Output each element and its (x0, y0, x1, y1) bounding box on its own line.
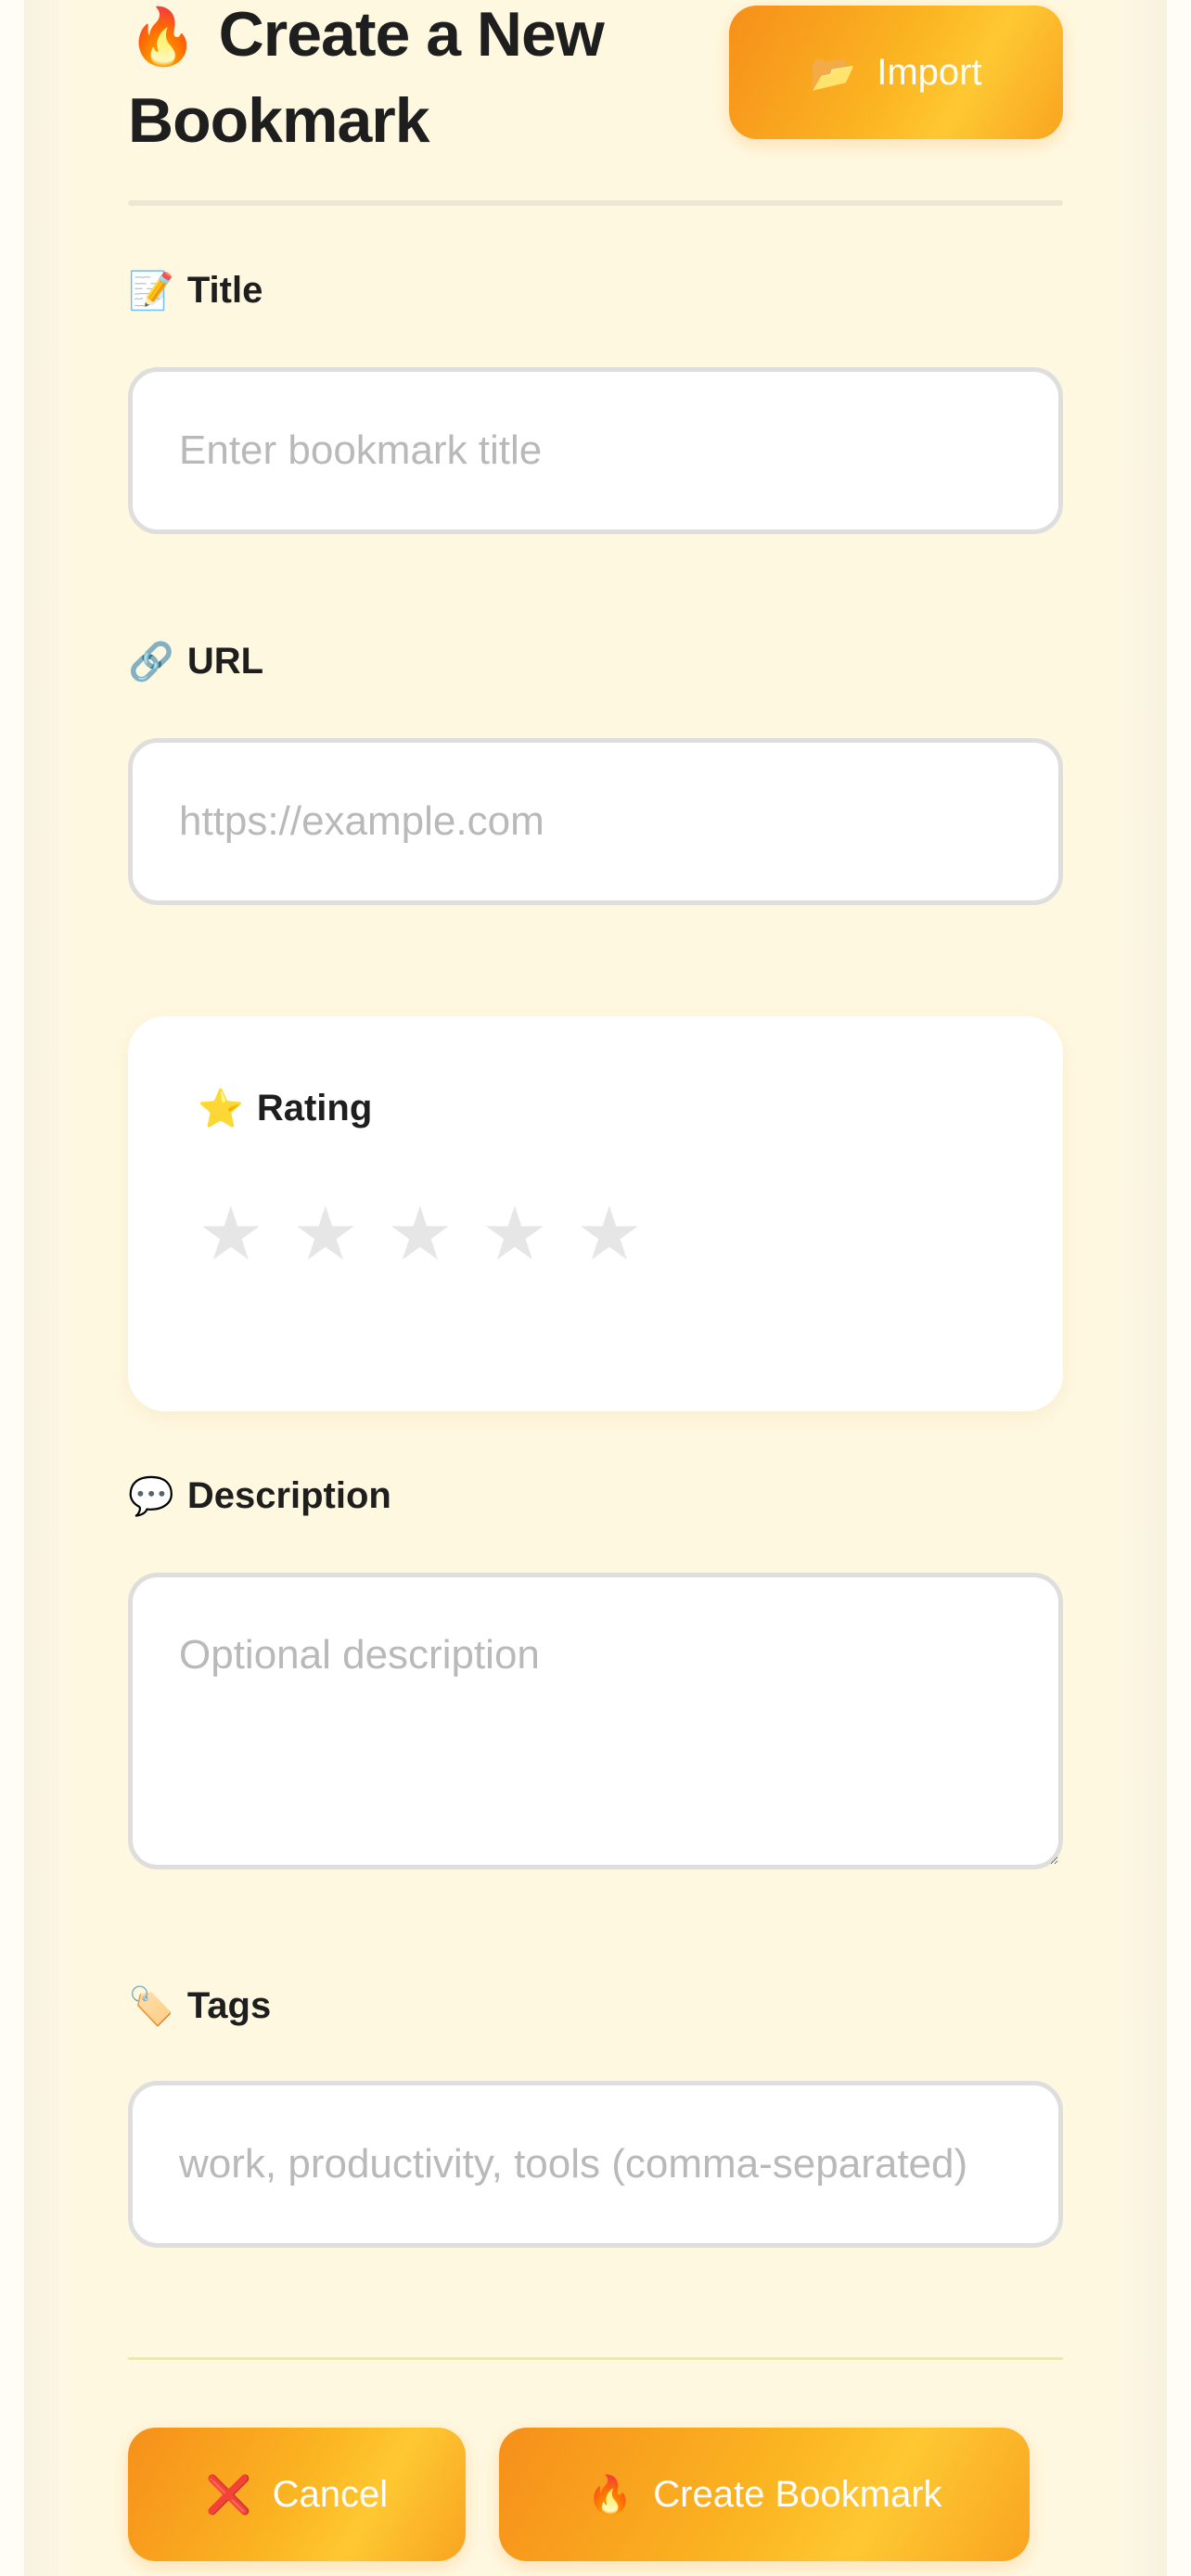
actions-divider (128, 2357, 1063, 2360)
cancel-button-label: Cancel (272, 2473, 389, 2515)
description-label: 💬 Description (128, 1474, 391, 1518)
rating-star-3[interactable]: ★ (387, 1192, 454, 1276)
memo-icon: 📝 (128, 270, 174, 312)
rating-star-2[interactable]: ★ (292, 1192, 359, 1276)
right-gutter (1167, 0, 1191, 2576)
link-icon: 🔗 (128, 641, 174, 683)
title-input[interactable] (128, 367, 1063, 534)
rating-label-text: Rating (256, 1088, 373, 1129)
rating-star-1[interactable]: ★ (198, 1192, 264, 1276)
description-textarea[interactable] (128, 1573, 1063, 1869)
folder-icon: 📂 (810, 51, 857, 95)
cancel-button[interactable]: ❌ Cancel (128, 2428, 466, 2561)
url-input[interactable] (128, 738, 1063, 905)
cross-mark-icon: ❌ (205, 2473, 252, 2517)
page-title: 🔥 Create a New Bookmark (128, 0, 647, 162)
title-label: 📝 Title (128, 269, 263, 312)
speech-bubble-icon: 💬 (128, 1475, 174, 1518)
page-title-text: Create a New Bookmark (128, 0, 605, 156)
fire-icon: 🔥 (128, 5, 198, 70)
title-label-text: Title (186, 270, 263, 311)
rating-label: ⭐ Rating (198, 1087, 372, 1130)
right-gutter-shadow (1121, 0, 1167, 2576)
page: 🔥 Create a New Bookmark 📂 Import 📝 Title… (0, 0, 1191, 2576)
import-button[interactable]: 📂 Import (729, 6, 1063, 139)
left-gutter-shadow (24, 0, 70, 2576)
star-rating: ★ ★ ★ ★ ★ (198, 1192, 643, 1276)
rating-star-5[interactable]: ★ (576, 1192, 643, 1276)
fire-icon: 🔥 (586, 2473, 634, 2517)
description-label-text: Description (186, 1475, 391, 1516)
star-icon: ⭐ (198, 1088, 244, 1130)
tag-icon: 🏷️ (128, 1985, 174, 2028)
tags-input[interactable] (128, 2081, 1063, 2248)
tags-label-text: Tags (186, 1985, 272, 2026)
left-gutter (0, 0, 24, 2576)
import-button-label: Import (877, 51, 982, 93)
rating-star-4[interactable]: ★ (481, 1192, 548, 1276)
rating-card: ⭐ Rating ★ ★ ★ ★ ★ (128, 1016, 1063, 1411)
tags-label: 🏷️ Tags (128, 1984, 271, 2028)
url-label-text: URL (186, 641, 264, 682)
create-bookmark-button[interactable]: 🔥 Create Bookmark (499, 2428, 1030, 2561)
create-bookmark-button-label: Create Bookmark (653, 2473, 942, 2515)
url-label: 🔗 URL (128, 640, 263, 683)
header-divider (128, 200, 1063, 206)
